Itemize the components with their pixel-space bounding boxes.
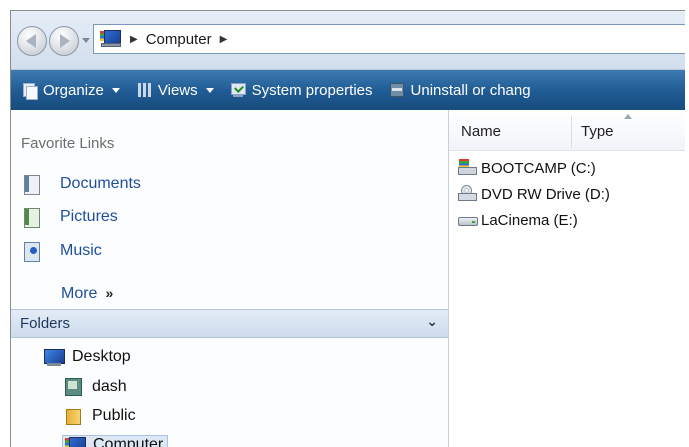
organize-icon [21,82,38,100]
drive-item-d[interactable]: DVD RW Drive (D:) [458,185,610,203]
tree-item-label: Computer [93,436,164,447]
tree-item-label: Desktop [72,348,131,365]
breadcrumb-separator-icon[interactable]: ▶ [130,34,138,45]
favorite-pictures[interactable]: Pictures [22,207,118,228]
column-divider[interactable] [571,116,572,148]
pictures-icon [22,207,42,228]
computer-icon [100,29,122,49]
breadcrumb-computer[interactable]: Computer [146,31,212,48]
favorite-label: Music [60,242,102,259]
organize-button[interactable]: Organize [21,81,126,100]
uninstall-label: Uninstall or chang [410,81,531,99]
command-toolbar: Organize Views System properties Uninsta… [11,70,685,110]
tree-item-label: dash [92,378,127,395]
chevron-down-icon[interactable]: ⌄ [426,314,438,330]
back-button[interactable] [17,26,47,56]
column-header-row: Name Type [449,110,685,151]
tree-item-label: Public [92,407,136,424]
external-drive-icon [458,211,478,229]
navigation-bar: ▶ Computer ▶ [11,11,685,70]
views-button[interactable]: Views [136,82,220,99]
dvd-drive-icon [458,185,478,203]
system-properties-button[interactable]: System properties [230,82,373,99]
music-icon [22,241,42,262]
folders-label: Folders [20,315,71,332]
windows-drive-icon [458,159,478,177]
column-header-type[interactable]: Type [581,123,614,140]
favorite-label: Documents [60,175,141,192]
content-pane: Name Type BOOTCAMP (C:) DVD RW Drive (D:… [449,110,685,447]
uninstall-button[interactable]: Uninstall or chang [389,82,531,99]
favorite-documents[interactable]: Documents [22,174,141,195]
drive-label: LaCinema (E:) [481,211,578,229]
computer-icon [65,436,86,447]
more-label: More [61,285,98,302]
breadcrumb-separator-icon[interactable]: ▶ [220,34,228,45]
views-icon [136,82,152,98]
tree-item-public[interactable]: Public [64,407,136,425]
navigation-pane: Favorite Links Documents Pictures Music … [11,110,449,447]
column-header-name[interactable]: Name [461,123,501,140]
views-label: Views [157,81,198,99]
forward-button[interactable] [49,26,79,56]
chevron-down-icon [205,87,214,93]
more-links-button[interactable]: More » [61,285,113,303]
address-bar[interactable]: ▶ Computer ▶ [93,24,685,54]
favorite-links-title: Favorite Links [21,135,115,152]
tree-item-desktop[interactable]: Desktop [44,348,131,366]
sort-ascending-icon [624,114,632,119]
system-properties-label: System properties [251,81,373,99]
drive-label: DVD RW Drive (D:) [481,185,610,203]
system-properties-icon [230,82,246,98]
organize-label: Organize [43,81,104,99]
drive-item-c[interactable]: BOOTCAMP (C:) [458,159,596,177]
tree-item-dash[interactable]: dash [64,378,127,396]
documents-icon [22,174,42,195]
drive-label: BOOTCAMP (C:) [481,159,596,177]
recent-pages-dropdown-icon[interactable] [82,38,90,43]
drive-item-e[interactable]: LaCinema (E:) [458,211,578,229]
chevron-down-icon [111,87,120,93]
folder-icon [64,407,84,425]
user-folder-icon [64,378,84,396]
forward-arrow-icon [60,34,70,48]
folders-header[interactable]: Folders ⌄ [11,309,448,338]
desktop-icon [44,348,65,366]
favorite-music[interactable]: Music [22,241,102,262]
explorer-window: ▶ Computer ▶ Organize Views System prope… [10,10,685,447]
double-chevron-icon: » [105,285,114,301]
tree-item-computer[interactable]: Computer [62,435,169,447]
favorite-label: Pictures [60,208,118,225]
uninstall-icon [389,82,405,98]
back-arrow-icon [26,34,36,48]
